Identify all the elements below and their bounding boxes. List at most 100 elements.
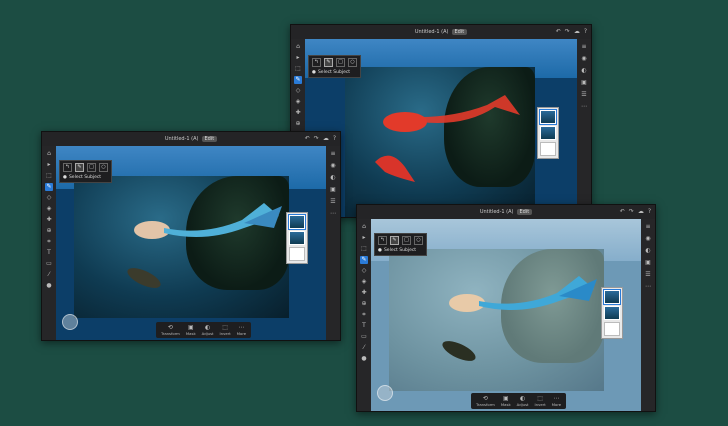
color-icon[interactable]: ●	[360, 355, 368, 363]
home-icon[interactable]: ⌂	[360, 223, 368, 231]
properties-icon[interactable]: ☰	[580, 91, 588, 99]
mask-icon[interactable]: ▣	[644, 259, 652, 267]
mask-icon[interactable]: ▣	[580, 79, 588, 87]
more-icon[interactable]: ⋯	[644, 283, 652, 291]
lasso-icon[interactable]: ↰	[312, 58, 321, 67]
eraser-icon[interactable]: ◇	[45, 194, 53, 202]
edit-badge[interactable]: Edit	[201, 136, 218, 142]
task-invert[interactable]: ⬚ Invert	[220, 324, 231, 336]
layers-icon[interactable]: ≡	[580, 43, 588, 51]
heal-icon[interactable]: ✚	[294, 109, 302, 117]
cloud-icon[interactable]: ☁	[574, 28, 580, 36]
quick-select-icon[interactable]: ✎	[390, 236, 399, 245]
layer-thumb[interactable]	[288, 214, 306, 230]
quick-select-icon[interactable]: ✎	[75, 163, 84, 172]
place-icon[interactable]: ▭	[45, 260, 53, 268]
ellipse-select-icon[interactable]: ○	[99, 163, 108, 172]
task-mask[interactable]: ▣ Mask	[186, 324, 196, 336]
redo-icon[interactable]: ↷	[629, 208, 634, 216]
adjust-icon[interactable]: ◐	[580, 67, 588, 75]
task-transform[interactable]: ⟲ Transform	[161, 324, 180, 336]
color-icon[interactable]: ●	[45, 282, 53, 290]
layer-thumb[interactable]	[540, 142, 556, 156]
crop-icon[interactable]: ⌗	[45, 238, 53, 246]
select-icon[interactable]: ⬚	[45, 172, 53, 180]
layer-thumb[interactable]	[289, 247, 305, 261]
move-icon[interactable]: ▸	[360, 234, 368, 242]
rect-select-icon[interactable]: □	[402, 236, 411, 245]
select-icon[interactable]: ⬚	[294, 65, 302, 73]
eraser-icon[interactable]: ◇	[294, 87, 302, 95]
visibility-icon[interactable]: ◉	[644, 235, 652, 243]
layer-thumb[interactable]	[540, 126, 556, 140]
task-transform[interactable]: ⟲ Transform	[476, 395, 495, 407]
undo-icon[interactable]: ↶	[305, 135, 310, 143]
clone-icon[interactable]: ⊕	[360, 300, 368, 308]
rect-select-icon[interactable]: □	[87, 163, 96, 172]
touch-shortcut-button[interactable]	[377, 385, 393, 401]
crop-icon[interactable]: ⌗	[360, 311, 368, 319]
adjust-icon[interactable]: ◐	[644, 247, 652, 255]
visibility-icon[interactable]: ◉	[580, 55, 588, 63]
select-icon[interactable]: ⬚	[360, 245, 368, 253]
ellipse-select-icon[interactable]: ○	[414, 236, 423, 245]
brush-icon[interactable]: ✎	[294, 76, 302, 84]
layers-icon[interactable]: ≡	[329, 150, 337, 158]
fill-icon[interactable]: ◈	[360, 278, 368, 286]
touch-shortcut-button[interactable]	[62, 314, 78, 330]
undo-icon[interactable]: ↶	[620, 208, 625, 216]
edit-badge[interactable]: Edit	[516, 209, 533, 215]
lasso-icon[interactable]: ↰	[378, 236, 387, 245]
task-more[interactable]: ⋯ More	[552, 395, 561, 407]
home-icon[interactable]: ⌂	[294, 43, 302, 51]
type-icon[interactable]: T	[360, 322, 368, 330]
adjust-icon[interactable]: ◐	[329, 174, 337, 182]
clone-icon[interactable]: ⊕	[294, 120, 302, 128]
task-adjust[interactable]: ◐ Adjust	[202, 324, 214, 336]
rect-select-icon[interactable]: □	[336, 58, 345, 67]
task-invert[interactable]: ⬚ Invert	[535, 395, 546, 407]
undo-icon[interactable]: ↶	[556, 28, 561, 36]
home-icon[interactable]: ⌂	[45, 150, 53, 158]
fill-icon[interactable]: ◈	[45, 205, 53, 213]
select-subject-button[interactable]: Select Subject	[384, 248, 416, 253]
eraser-icon[interactable]: ◇	[360, 267, 368, 275]
properties-icon[interactable]: ☰	[329, 198, 337, 206]
heal-icon[interactable]: ✚	[360, 289, 368, 297]
redo-icon[interactable]: ↷	[314, 135, 319, 143]
move-icon[interactable]: ▸	[294, 54, 302, 62]
redo-icon[interactable]: ↷	[565, 28, 570, 36]
task-more[interactable]: ⋯ More	[237, 324, 246, 336]
layer-thumb[interactable]	[604, 322, 620, 336]
clone-icon[interactable]: ⊕	[45, 227, 53, 235]
layer-thumb[interactable]	[604, 306, 620, 320]
select-subject-button[interactable]: Select Subject	[69, 175, 101, 180]
properties-icon[interactable]: ☰	[644, 271, 652, 279]
eyedropper-icon[interactable]: ⁄	[45, 271, 53, 279]
help-icon[interactable]: ?	[584, 28, 587, 36]
layers-icon[interactable]: ≡	[644, 223, 652, 231]
more-icon[interactable]: ⋯	[329, 210, 337, 218]
task-mask[interactable]: ▣ Mask	[501, 395, 511, 407]
ellipse-select-icon[interactable]: ○	[348, 58, 357, 67]
more-icon[interactable]: ⋯	[580, 103, 588, 111]
help-icon[interactable]: ?	[648, 208, 651, 216]
layer-thumb[interactable]	[539, 109, 557, 125]
place-icon[interactable]: ▭	[360, 333, 368, 341]
brush-icon[interactable]: ✎	[45, 183, 53, 191]
heal-icon[interactable]: ✚	[45, 216, 53, 224]
select-subject-button[interactable]: Select Subject	[318, 70, 350, 75]
cloud-icon[interactable]: ☁	[323, 135, 329, 143]
move-icon[interactable]: ▸	[45, 161, 53, 169]
visibility-icon[interactable]: ◉	[329, 162, 337, 170]
help-icon[interactable]: ?	[333, 135, 336, 143]
brush-icon[interactable]: ✎	[360, 256, 368, 264]
layer-thumb[interactable]	[289, 231, 305, 245]
quick-select-icon[interactable]: ✎	[324, 58, 333, 67]
eyedropper-icon[interactable]: ⁄	[360, 344, 368, 352]
task-adjust[interactable]: ◐ Adjust	[517, 395, 529, 407]
type-icon[interactable]: T	[45, 249, 53, 257]
fill-icon[interactable]: ◈	[294, 98, 302, 106]
edit-badge[interactable]: Edit	[451, 29, 468, 35]
layer-thumb[interactable]	[603, 289, 621, 305]
